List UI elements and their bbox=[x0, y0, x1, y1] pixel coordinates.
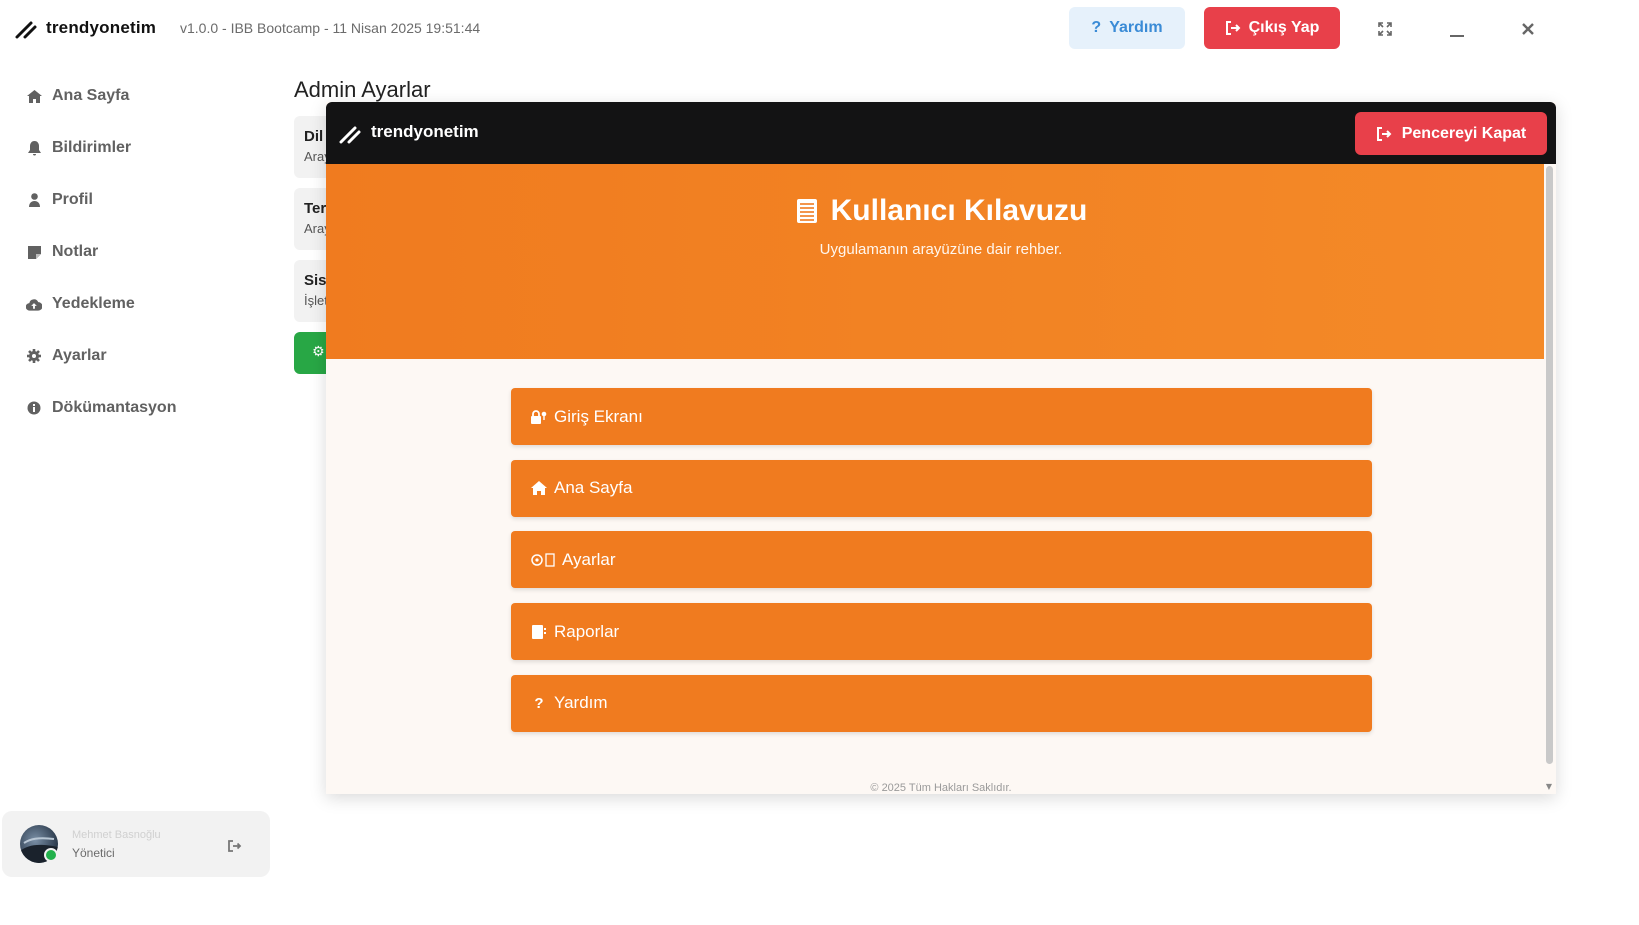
help-button[interactable]: ? Yardım bbox=[1069, 7, 1185, 49]
guide-subtitle: Uygulamanın arayüzüne dair rehber. bbox=[819, 241, 1063, 258]
close-icon[interactable] bbox=[1515, 16, 1541, 42]
sidebar-item-label: Profil bbox=[52, 191, 93, 208]
scrollbar-thumb[interactable] bbox=[1546, 166, 1553, 764]
sidebar: Ana Sayfa Bildirimler Profil Notlar Yede… bbox=[0, 70, 280, 434]
page-title: Admin Ayarlar bbox=[294, 77, 431, 102]
modal-footer: © 2025 Tüm Hakları Saklıdır. bbox=[870, 782, 1012, 794]
guide-item-label: Giriş Ekranı bbox=[554, 406, 643, 426]
guide-item-reports[interactable]: Raporlar bbox=[511, 603, 1372, 661]
sidebar-item-label: Ayarlar bbox=[52, 347, 107, 364]
logout-button[interactable]: Çıkış Yap bbox=[1204, 7, 1340, 49]
sidebar-item-dokumantasyon[interactable]: Dökümantasyon bbox=[0, 382, 280, 434]
lock-key-icon bbox=[530, 409, 548, 424]
bell-icon bbox=[26, 140, 42, 156]
close-window-button[interactable]: Pencereyi Kapat bbox=[1355, 112, 1547, 155]
modal-scrollbar[interactable]: ▼ bbox=[1543, 166, 1555, 794]
maximize-icon[interactable] bbox=[1372, 16, 1398, 42]
guide-item-label: Yardım bbox=[554, 693, 608, 713]
guide-item-home[interactable]: Ana Sayfa bbox=[511, 459, 1372, 517]
sidebar-item-notlar[interactable]: Notlar bbox=[0, 226, 280, 278]
sidebar-item-ayarlar[interactable]: Ayarlar bbox=[0, 330, 280, 382]
sidebar-item-ana-sayfa[interactable]: Ana Sayfa bbox=[0, 70, 280, 122]
report-icon bbox=[530, 624, 548, 639]
modal-header: trendyonetim Pencereyi Kapat bbox=[326, 102, 1556, 164]
info-icon bbox=[26, 400, 42, 416]
sidebar-item-profil[interactable]: Profil bbox=[0, 174, 280, 226]
sidebar-item-label: Notlar bbox=[52, 243, 99, 260]
top-bar: trendyonetim v1.0.0 - IBB Bootcamp - 11 … bbox=[0, 0, 1639, 58]
sidebar-item-label: Ana Sayfa bbox=[52, 87, 130, 104]
sidebar-item-label: Yedekleme bbox=[52, 295, 135, 312]
brand-logo-icon bbox=[15, 21, 37, 39]
modal-brand-name: trendyonetim bbox=[371, 122, 479, 141]
sidebar-item-label: Bildirimler bbox=[52, 139, 132, 156]
cloud-upload-icon bbox=[26, 296, 42, 312]
brand-logo-icon bbox=[339, 126, 361, 144]
minimize-icon[interactable] bbox=[1444, 16, 1470, 42]
user-icon bbox=[26, 192, 42, 208]
user-card: Mehmet Basnoğlu Yönetici bbox=[2, 811, 270, 877]
note-icon bbox=[26, 244, 42, 260]
user-logout-icon[interactable] bbox=[228, 837, 242, 856]
guide-item-settings[interactable]: Ayarlar bbox=[511, 531, 1372, 589]
logout-button-label: Çıkış Yap bbox=[1248, 19, 1320, 36]
guide-title-text: Kullanıcı Kılavuzu bbox=[830, 194, 1088, 227]
guide-item-label: Ayarlar bbox=[562, 549, 616, 569]
guide-item-label: Ana Sayfa bbox=[554, 478, 633, 498]
sidebar-item-label: Dökümantasyon bbox=[52, 399, 177, 416]
user-role: Yönetici bbox=[72, 846, 115, 860]
house-icon bbox=[530, 481, 548, 496]
help-button-label: Yardım bbox=[1109, 19, 1163, 36]
sign-out-icon bbox=[1376, 126, 1392, 141]
question-icon: ? bbox=[534, 694, 544, 712]
user-guide-modal: trendyonetim Pencereyi Kapat Kullanıcı K… bbox=[326, 102, 1556, 794]
scroll-down-arrow-icon[interactable]: ▼ bbox=[1543, 782, 1555, 791]
close-window-label: Pencereyi Kapat bbox=[1401, 124, 1527, 142]
guide-item-label: Raporlar bbox=[554, 621, 620, 641]
guide-title: Kullanıcı Kılavuzu bbox=[326, 194, 1556, 228]
guide-list: Giriş Ekranı Ana Sayfa Ayarlar Raporlar … bbox=[511, 388, 1372, 746]
sidebar-item-yedekleme[interactable]: Yedekleme bbox=[0, 278, 280, 330]
question-icon: ? bbox=[1091, 19, 1102, 36]
home-icon bbox=[26, 88, 42, 104]
brand-name: trendyonetim bbox=[46, 18, 157, 37]
version-info: v1.0.0 - IBB Bootcamp - 11 Nisan 2025 19… bbox=[180, 20, 481, 36]
gear-icon: ⚙ bbox=[312, 344, 325, 360]
gear-icon bbox=[530, 553, 556, 567]
sign-out-icon bbox=[1225, 21, 1240, 35]
brand: trendyonetim bbox=[14, 16, 156, 40]
user-name: Mehmet Basnoğlu bbox=[72, 829, 161, 841]
guide-item-login[interactable]: Giriş Ekranı bbox=[511, 388, 1372, 445]
sidebar-item-bildirimler[interactable]: Bildirimler bbox=[0, 122, 280, 174]
online-status-indicator bbox=[44, 848, 58, 862]
guide-item-help[interactable]: ? Yardım bbox=[511, 674, 1372, 732]
gear-icon bbox=[26, 348, 42, 364]
notebook-icon bbox=[796, 199, 817, 223]
guide-hero: Kullanıcı Kılavuzu Uygulamanın arayüzüne… bbox=[326, 164, 1544, 359]
